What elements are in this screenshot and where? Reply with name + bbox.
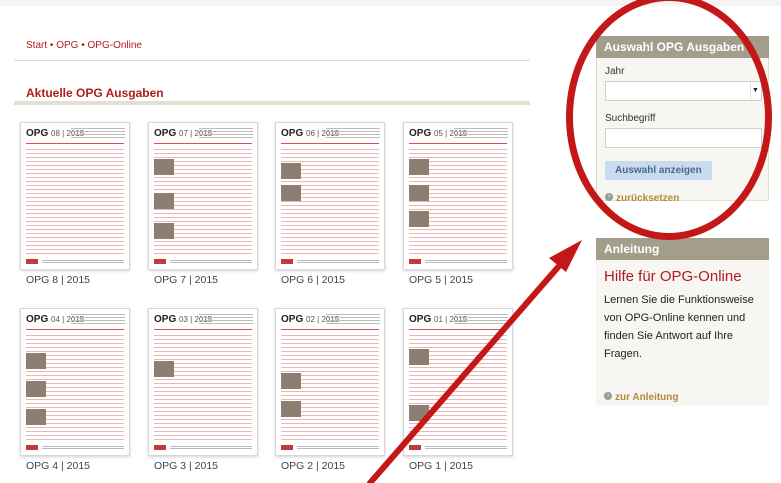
show-selection-button[interactable]: Auswahl anzeigen — [605, 161, 712, 180]
issue-cover[interactable]: OPG 04 | 2015 — [20, 308, 130, 456]
issue-card[interactable]: OPG 07 | 2015 OPG 7 | 2015 — [148, 122, 258, 286]
search-label: Suchbegriff — [605, 113, 656, 124]
issue-label[interactable]: OPG 5 | 2015 — [409, 274, 513, 286]
breadcrumb: Start • OPG • OPG-Online — [26, 40, 142, 51]
reset-link[interactable]: › zurücksetzen — [605, 188, 760, 206]
search-input[interactable] — [605, 128, 762, 148]
chevron-down-icon[interactable]: ▼ — [750, 83, 760, 99]
breadcrumb-opg-online[interactable]: OPG-Online — [88, 40, 142, 51]
breadcrumb-opg[interactable]: OPG — [56, 40, 78, 51]
issue-cover[interactable]: OPG 03 | 2015 — [148, 308, 258, 456]
guide-link[interactable]: › zur Anleitung — [604, 387, 679, 405]
help-heading: Hilfe für OPG-Online — [604, 268, 742, 285]
breadcrumb-separator: • — [49, 40, 54, 51]
issue-card[interactable]: OPG 06 | 2015 OPG 6 | 2015 — [275, 122, 385, 286]
issue-label[interactable]: OPG 4 | 2015 — [26, 460, 130, 472]
issue-card[interactable]: OPG 01 | 2015 OPG 1 | 2015 — [403, 308, 513, 472]
issue-label[interactable]: OPG 6 | 2015 — [281, 274, 385, 286]
breadcrumb-separator: • — [81, 40, 85, 51]
issue-label[interactable]: OPG 7 | 2015 — [154, 274, 258, 286]
top-bar — [0, 0, 781, 6]
issue-label[interactable]: OPG 2 | 2015 — [281, 460, 385, 472]
filter-panel: Auswahl OPG Ausgaben Jahr ▼ Suchbegriff … — [596, 36, 769, 204]
filter-panel-title: Auswahl OPG Ausgaben — [596, 36, 769, 58]
issue-cover[interactable]: OPG 06 | 2015 — [275, 122, 385, 270]
breadcrumb-start[interactable]: Start — [26, 40, 47, 51]
issue-label[interactable]: OPG 1 | 2015 — [409, 460, 513, 472]
divider — [14, 60, 530, 61]
help-text: Lernen Sie die Funktionsweise von OPG-On… — [604, 294, 754, 360]
guide-link-label[interactable]: zur Anleitung — [615, 392, 679, 403]
issue-card[interactable]: OPG 04 | 2015 OPG 4 | 2015 — [20, 308, 130, 472]
section-title: Aktuelle OPG Ausgaben — [26, 86, 164, 100]
divider — [14, 101, 530, 105]
issue-card[interactable]: OPG 05 | 2015 OPG 5 | 2015 — [403, 122, 513, 286]
issue-label[interactable]: OPG 3 | 2015 — [154, 460, 258, 472]
issue-cover[interactable]: OPG 08 | 2015 — [20, 122, 130, 270]
year-label: Jahr — [605, 66, 625, 77]
filter-panel-body: Jahr ▼ Suchbegriff Auswahl anzeigen › zur… — [596, 58, 769, 204]
issue-cover[interactable]: OPG 05 | 2015 — [403, 122, 513, 270]
issue-cover[interactable]: OPG 07 | 2015 — [148, 122, 258, 270]
issue-card[interactable]: OPG 08 | 2015 OPG 8 | 2015 — [20, 122, 130, 286]
issue-card[interactable]: OPG 03 | 2015 OPG 3 | 2015 — [148, 308, 258, 472]
help-panel-title: Anleitung — [596, 238, 769, 260]
issue-cover[interactable]: OPG 02 | 2015 — [275, 308, 385, 456]
issue-label[interactable]: OPG 8 | 2015 — [26, 274, 130, 286]
reset-link-label[interactable]: zurücksetzen — [616, 193, 679, 204]
year-select[interactable]: ▼ — [605, 81, 762, 101]
issue-card[interactable]: OPG 02 | 2015 OPG 2 | 2015 — [275, 308, 385, 472]
issue-cover[interactable]: OPG 01 | 2015 — [403, 308, 513, 456]
circle-arrow-icon: › — [605, 192, 613, 201]
circle-arrow-icon: › — [604, 391, 612, 400]
